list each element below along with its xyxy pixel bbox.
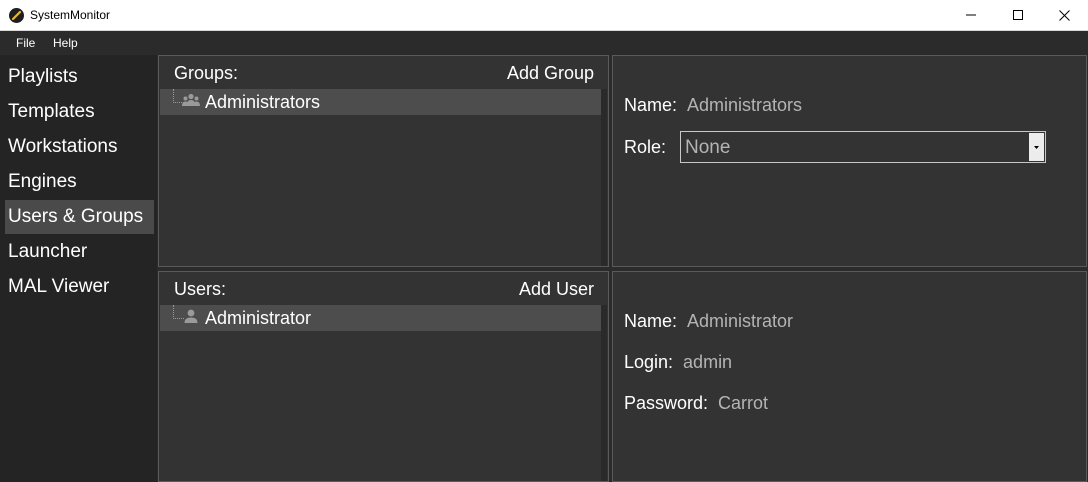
group-name-field: Name: Administrators [624, 95, 802, 116]
dropdown-arrow-icon[interactable] [1029, 133, 1044, 161]
groups-header: Groups: [174, 63, 239, 83]
group-icon [182, 93, 200, 106]
user-login-key: Login: [624, 352, 674, 372]
user-name-field: Name: Administrator [624, 311, 793, 332]
menu-bar: File Help [0, 31, 1088, 55]
groups-scrollbar[interactable] [601, 89, 607, 266]
user-password-field: Password: Carrot [624, 393, 768, 414]
close-button[interactable] [1041, 0, 1087, 30]
sidebar-item-engines[interactable]: Engines [5, 165, 154, 199]
sidebar: Playlists Templates Workstations Engines… [0, 55, 157, 482]
minimize-button[interactable] [948, 0, 994, 30]
role-select-value: None [685, 137, 731, 158]
user-login-value: admin [683, 352, 733, 372]
group-details-panel: Name: Administrators Role: None [612, 55, 1087, 267]
sidebar-item-templates[interactable]: Templates [5, 95, 154, 129]
app-logo-icon [9, 8, 24, 23]
group-name-value: Administrators [687, 95, 803, 115]
title-bar: SystemMonitor [0, 0, 1088, 31]
users-panel: Users: Add User Administrator [158, 271, 609, 482]
sidebar-item-mal-viewer[interactable]: MAL Viewer [5, 270, 154, 304]
groups-panel: Groups: Add Group Administrators [158, 55, 609, 267]
add-group-button[interactable]: Add Group [507, 63, 594, 84]
window-title: SystemMonitor [30, 8, 111, 22]
user-login-field: Login: admin [624, 352, 732, 373]
sidebar-item-workstations[interactable]: Workstations [5, 130, 154, 164]
user-details-panel: Name: Administrator Login: admin Password:… [612, 271, 1087, 482]
user-name: Administrator [205, 308, 312, 328]
minimize-icon [966, 14, 976, 16]
close-icon [1058, 9, 1070, 21]
user-icon [184, 309, 198, 323]
user-password-value: Carrot [718, 393, 769, 413]
users-header: Users: [174, 279, 227, 299]
users-scrollbar[interactable] [601, 305, 607, 481]
user-name-value: Administrator [687, 311, 794, 331]
group-name-key: Name: [624, 95, 678, 115]
sidebar-item-users-groups[interactable]: Users & Groups [5, 200, 154, 234]
add-user-button[interactable]: Add User [519, 279, 594, 300]
list-item[interactable]: Administrators [160, 89, 601, 115]
sidebar-item-playlists[interactable]: Playlists [5, 60, 154, 94]
user-name-key: Name: [624, 311, 678, 331]
role-select[interactable]: None [680, 131, 1046, 163]
user-password-key: Password: [624, 393, 709, 413]
maximize-button[interactable] [995, 0, 1041, 30]
menu-help[interactable]: Help [53, 36, 78, 50]
menu-file[interactable]: File [16, 36, 35, 50]
maximize-icon [1013, 10, 1023, 20]
list-item[interactable]: Administrator [160, 305, 601, 331]
group-role-label: Role: [624, 137, 666, 158]
group-role-key: Role: [624, 137, 667, 157]
group-name: Administrators [205, 92, 321, 112]
sidebar-item-launcher[interactable]: Launcher [5, 235, 154, 269]
